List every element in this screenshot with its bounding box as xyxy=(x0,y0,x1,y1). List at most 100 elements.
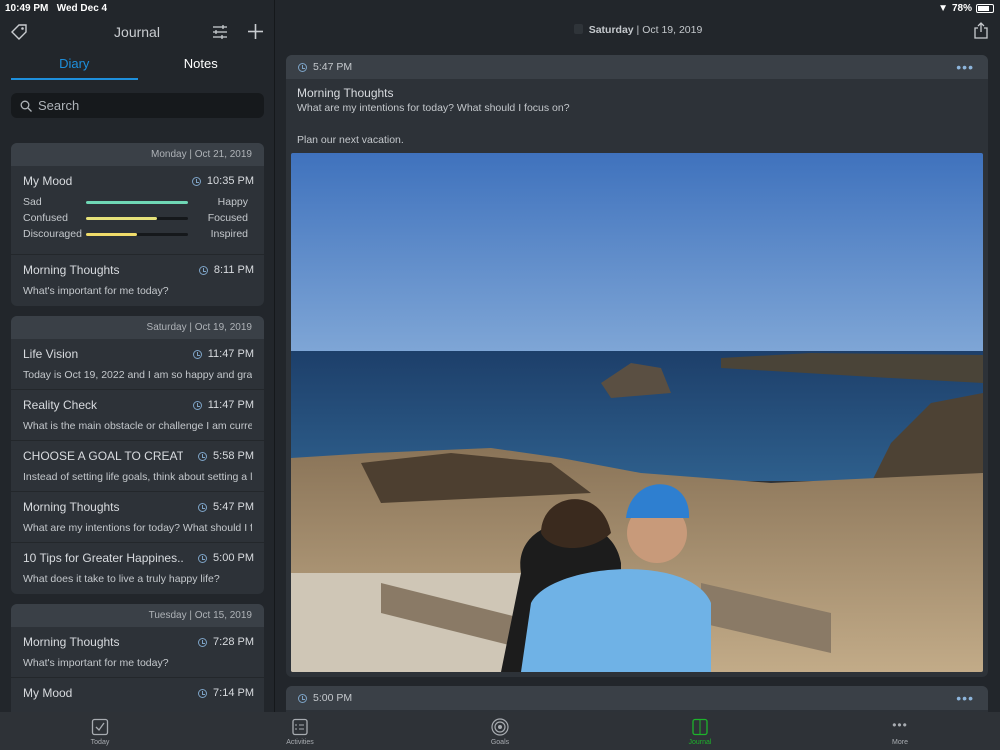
mood-high-label: Happy xyxy=(217,196,248,208)
entry-title: Reality Check xyxy=(23,398,98,412)
entry-card: 5:47 PM ••• Morning Thoughts What are my … xyxy=(286,55,988,677)
search-icon xyxy=(20,100,32,112)
entry-preview: What's important for me today? xyxy=(23,285,169,297)
search-input[interactable]: Search xyxy=(11,93,264,118)
segmented-tabs: Diary Notes xyxy=(11,52,264,80)
entry-title: 10 Tips for Greater Happines... xyxy=(23,551,183,565)
tab-label: More xyxy=(892,739,908,746)
entry-time: 8:11 PM xyxy=(213,264,254,276)
mood-low-label: Sad xyxy=(23,196,42,208)
mood-low-label: Confused xyxy=(23,212,68,224)
entry-time: 7:14 PM xyxy=(213,687,254,699)
entry-preview: What does it take to live a truly happy … xyxy=(23,573,220,585)
entry-time: 10:35 PM xyxy=(206,175,254,187)
list-item[interactable]: CHOOSE A GOAL TO CREAT... 5:58 PM Instead … xyxy=(11,441,264,492)
mood-high-label: Inspired xyxy=(210,228,248,240)
entry-preview: What's important for me today? xyxy=(23,657,169,669)
clock-time: 10:49 PM xyxy=(5,3,49,14)
entry-preview: Today is Oct 19, 2022 and I am so happy … xyxy=(23,369,252,381)
main-panel: Saturday | Oct 19, 2019 5:47 PM ••• Morni… xyxy=(276,0,1000,726)
group-date: Tuesday | Oct 15, 2019 xyxy=(11,604,264,627)
target-icon xyxy=(491,718,509,736)
more-options-icon[interactable]: ••• xyxy=(956,690,974,706)
mood-row: Confused Focused xyxy=(23,210,252,226)
nav-bar: Journal xyxy=(0,20,274,44)
search-placeholder: Search xyxy=(38,98,80,113)
clock-icon xyxy=(192,349,202,359)
battery-percent: 78% xyxy=(951,3,972,14)
mood-bars: Sad Happy Confused Focused Discouraged Insp… xyxy=(23,194,252,242)
mood-row: Sad Happy xyxy=(23,194,252,210)
tab-diary[interactable]: Diary xyxy=(11,52,138,80)
entry-time: 5:47 PM xyxy=(313,61,353,73)
filter-sliders-icon[interactable] xyxy=(212,24,228,40)
list-item[interactable]: Morning Thoughts 8:11 PM What's importan… xyxy=(11,255,264,306)
tab-journal[interactable]: Journal xyxy=(600,712,800,750)
entry-title: Morning Thoughts xyxy=(297,86,394,100)
calendar-icon xyxy=(573,24,583,34)
list-item[interactable]: 10 Tips for Greater Happines... 5:00 PM Wh… xyxy=(11,543,264,594)
entry-photo[interactable] xyxy=(291,153,983,672)
tab-today[interactable]: Today xyxy=(0,712,200,750)
list-item[interactable]: Life Vision 11:47 PM Today is Oct 19, 2022… xyxy=(11,339,264,390)
clock-icon xyxy=(198,265,208,275)
clock-icon xyxy=(198,637,208,647)
sidebar: Journal Diary Notes Search Monday | Oct … xyxy=(0,0,275,712)
entry-time: 5:00 PM xyxy=(213,552,254,564)
checklist-icon xyxy=(292,718,308,736)
day-group: Monday | Oct 21, 2019 My Mood 10:35 PM S… xyxy=(11,143,264,306)
mood-low-label: Discouraged xyxy=(23,228,82,240)
entry-title: Morning Thoughts xyxy=(23,500,120,514)
list-item[interactable]: Morning Thoughts 5:47 PM What are my inten… xyxy=(11,492,264,543)
clock-icon xyxy=(298,693,307,703)
mood-bar xyxy=(86,232,188,236)
list-item[interactable]: Morning Thoughts 7:28 PM What's important … xyxy=(11,627,264,678)
entry-answer: Plan our next vacation. xyxy=(297,134,404,146)
group-date: Saturday | Oct 19, 2019 xyxy=(11,316,264,339)
page-title: Journal xyxy=(114,24,160,40)
entry-title: Morning Thoughts xyxy=(23,635,120,649)
entry-title: My Mood xyxy=(23,686,73,700)
clock-icon xyxy=(198,451,208,461)
more-dots-icon: ••• xyxy=(892,718,908,732)
tab-label: Journal xyxy=(688,739,712,746)
entry-time: 5:00 PM xyxy=(313,692,353,704)
calendar-check-icon xyxy=(91,718,109,736)
day-label: Saturday xyxy=(588,24,634,36)
entry-time: 5:47 PM xyxy=(213,501,254,513)
journal-icon xyxy=(692,718,708,736)
tab-notes[interactable]: Notes xyxy=(138,52,265,80)
entry-time: 7:28 PM xyxy=(213,636,254,648)
entry-title: CHOOSE A GOAL TO CREAT... xyxy=(23,449,183,463)
entry-preview: What is the main obstacle or challenge I… xyxy=(23,420,252,432)
entry-preview: What are my intentions for today? What s… xyxy=(23,522,252,534)
clock-icon xyxy=(198,502,208,512)
date-header: Saturday | Oct 19, 2019 xyxy=(276,24,1000,36)
entry-time: 11:47 PM xyxy=(207,348,254,360)
clock-icon xyxy=(191,176,201,186)
add-icon[interactable] xyxy=(247,23,264,40)
mood-bar xyxy=(86,200,188,204)
date-label: Oct 19, 2019 xyxy=(642,24,703,36)
entry-time: 5:58 PM xyxy=(213,450,254,462)
tab-more[interactable]: ••• More xyxy=(800,712,1000,750)
status-bar: 10:49 PM Wed Dec 4 ▼ 78% xyxy=(0,0,1000,16)
tab-goals[interactable]: Goals xyxy=(400,712,600,750)
group-date: Monday | Oct 21, 2019 xyxy=(11,143,264,166)
tab-label: Today xyxy=(90,739,110,746)
entry-time: 11:47 PM xyxy=(207,399,254,411)
day-group: Tuesday | Oct 15, 2019 Morning Thoughts 7… xyxy=(11,604,264,712)
mood-bar xyxy=(86,216,188,220)
bottom-tab-bar: Today Activities Goals Journal ••• More xyxy=(0,712,1000,750)
clock-icon xyxy=(198,688,208,698)
entry-title: Morning Thoughts xyxy=(23,263,120,277)
clock-icon xyxy=(192,400,202,410)
share-icon[interactable] xyxy=(974,22,988,39)
more-options-icon[interactable]: ••• xyxy=(956,59,974,75)
list-item[interactable]: My Mood 7:14 PM xyxy=(11,678,264,712)
entry-preview: Instead of setting life goals, think abo… xyxy=(23,471,252,483)
tab-activities[interactable]: Activities xyxy=(200,712,400,750)
list-item[interactable]: My Mood 10:35 PM Sad Happy Confused Focuse… xyxy=(11,166,264,255)
tab-label: Goals xyxy=(490,739,510,746)
list-item[interactable]: Reality Check 11:47 PM What is the main ob… xyxy=(11,390,264,441)
